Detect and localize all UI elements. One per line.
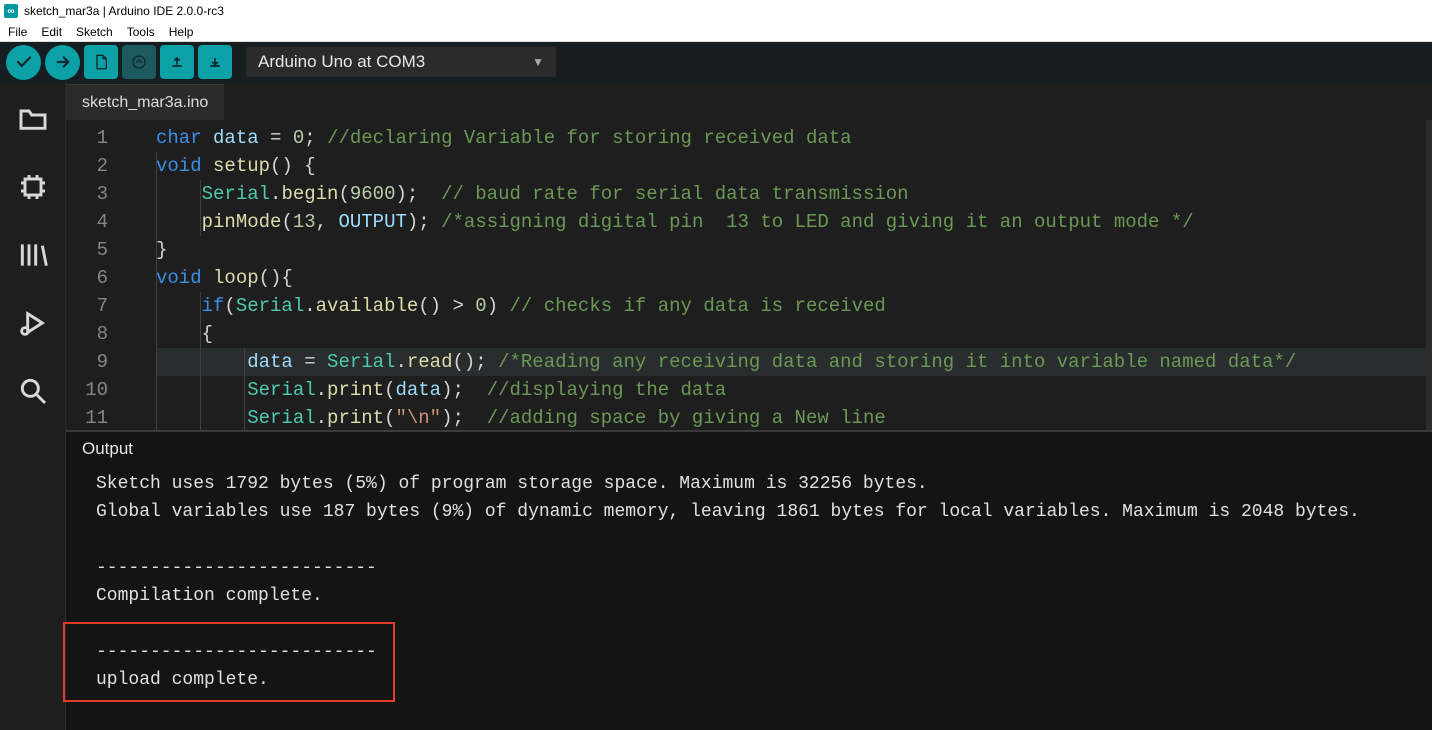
main-area: sketch_mar3a.ino 1234567891011 char data… — [0, 82, 1432, 730]
editor-wrap: sketch_mar3a.ino 1234567891011 char data… — [66, 82, 1432, 730]
output-panel: Output Sketch uses 1792 bytes (5%) of pr… — [66, 430, 1432, 730]
board-selector-label: Arduino Uno at COM3 — [258, 52, 425, 72]
chip-icon — [17, 171, 49, 203]
chevron-down-icon: ▼ — [532, 55, 544, 69]
menu-edit[interactable]: Edit — [41, 25, 62, 39]
folder-icon — [17, 103, 49, 135]
line-gutter: 1234567891011 — [66, 120, 118, 430]
activity-bar — [0, 82, 66, 730]
upload-button[interactable] — [45, 45, 80, 80]
arrow-up-circle-icon — [131, 54, 147, 70]
scrollbar[interactable] — [1426, 120, 1432, 430]
output-header-label: Output — [82, 439, 133, 459]
upload-icon — [169, 54, 185, 70]
file-icon — [93, 54, 109, 70]
app-icon: ∞ — [4, 4, 18, 18]
toolbar: Arduino Uno at COM3 ▼ — [0, 42, 1432, 82]
download-icon — [207, 54, 223, 70]
search-button[interactable] — [14, 372, 52, 410]
output-header[interactable]: Output — [66, 432, 1432, 466]
menubar: File Edit Sketch Tools Help — [0, 22, 1432, 42]
library-icon — [17, 239, 49, 271]
editor-tab[interactable]: sketch_mar3a.ino — [66, 84, 224, 120]
debug-button[interactable] — [14, 304, 52, 342]
window-title: sketch_mar3a | Arduino IDE 2.0.0-rc3 — [24, 4, 224, 18]
menu-file[interactable]: File — [8, 25, 27, 39]
new-sketch-button[interactable] — [84, 45, 118, 79]
editor-tab-label: sketch_mar3a.ino — [82, 94, 208, 112]
search-icon — [17, 375, 49, 407]
code-lines: char data = 0; //declaring Variable for … — [118, 120, 1432, 430]
editor-tabbar: sketch_mar3a.ino — [66, 82, 1432, 120]
upload-arrow-button[interactable] — [160, 45, 194, 79]
menu-sketch[interactable]: Sketch — [76, 25, 113, 39]
menu-help[interactable]: Help — [169, 25, 194, 39]
boards-manager-button[interactable] — [14, 168, 52, 206]
download-arrow-button[interactable] — [198, 45, 232, 79]
arrow-right-icon — [54, 53, 72, 71]
output-body[interactable]: Sketch uses 1792 bytes (5%) of program s… — [66, 466, 1432, 730]
library-manager-button[interactable] — [14, 236, 52, 274]
menu-tools[interactable]: Tools — [127, 25, 155, 39]
board-selector[interactable]: Arduino Uno at COM3 ▼ — [246, 47, 556, 77]
check-icon — [15, 53, 33, 71]
debug-icon — [17, 307, 49, 339]
code-editor[interactable]: 1234567891011 char data = 0; //declaring… — [66, 120, 1432, 430]
window-titlebar: ∞ sketch_mar3a | Arduino IDE 2.0.0-rc3 — [0, 0, 1432, 22]
explorer-button[interactable] — [14, 100, 52, 138]
verify-button[interactable] — [6, 45, 41, 80]
open-button[interactable] — [122, 45, 156, 79]
